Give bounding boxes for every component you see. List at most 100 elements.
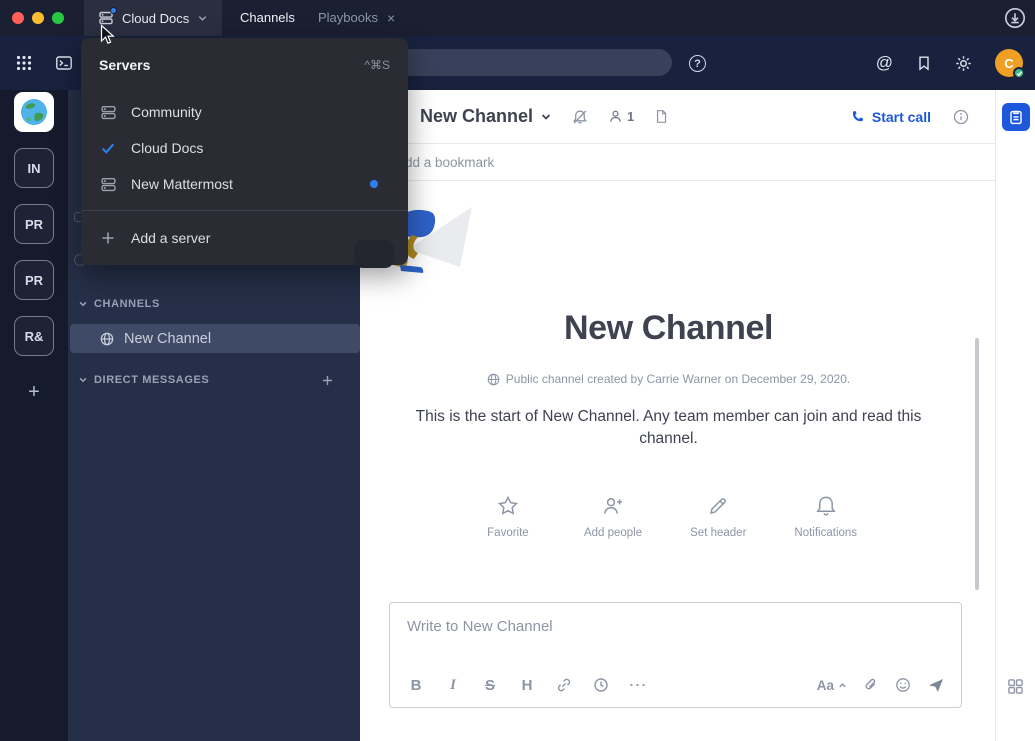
apps-grid-icon[interactable]	[1007, 678, 1024, 695]
titlebar: Cloud Docs Channels Playbooks ×	[0, 0, 1035, 36]
smiley-icon	[895, 677, 911, 693]
bold-button[interactable]: B	[402, 672, 430, 698]
chevron-down-icon	[78, 375, 88, 385]
channel-label: New Channel	[124, 331, 211, 347]
channel-title: New Channel	[420, 106, 533, 127]
add-team-button[interactable]: +	[14, 372, 54, 412]
server-selector-label: Cloud Docs	[122, 11, 189, 26]
maximize-window-button[interactable]	[52, 12, 64, 24]
menu-item-label: Community	[131, 104, 202, 120]
channel-header-right: Start call	[850, 109, 969, 125]
strikethrough-button[interactable]: S	[476, 672, 504, 698]
start-call-label: Start call	[872, 109, 931, 125]
set-header-button[interactable]: Set header	[690, 494, 746, 539]
clipboard-icon	[1008, 109, 1024, 125]
help-icon[interactable]: ?	[689, 55, 706, 72]
channel-title-menu[interactable]: New Channel	[420, 106, 552, 127]
download-update-icon[interactable]	[1004, 7, 1026, 29]
muted-bell-icon[interactable]	[572, 109, 588, 125]
avatar-initial: C	[1004, 56, 1013, 71]
more-formatting-button[interactable]: ⋯	[624, 672, 652, 698]
format-toggle-button[interactable]: Aa	[817, 678, 847, 693]
chevron-down-icon	[78, 299, 88, 309]
attach-file-button[interactable]	[863, 677, 879, 693]
servers-menu-items: Community Cloud Docs New Mattermost	[81, 94, 408, 202]
add-people-button[interactable]: Add people	[584, 494, 642, 539]
minimize-window-button[interactable]	[32, 12, 44, 24]
server-icon	[99, 176, 117, 193]
servers-menu-shortcut: ^⌘S	[364, 58, 390, 72]
help-glyph: ?	[694, 58, 701, 70]
servers-menu-title: Servers	[99, 57, 150, 73]
person-icon	[608, 109, 623, 124]
emoji-button[interactable]	[895, 677, 911, 693]
search-input[interactable]	[363, 49, 672, 76]
direct-messages-section-header[interactable]: DIRECT MESSAGES	[68, 370, 360, 390]
product-menu-icon[interactable]	[15, 54, 33, 72]
notifications-button[interactable]: Notifications	[794, 494, 857, 539]
action-label: Notifications	[794, 527, 857, 539]
tab-playbooks-label: Playbooks	[318, 0, 378, 36]
settings-gear-icon[interactable]	[955, 55, 972, 72]
team-button-in[interactable]: IN	[14, 148, 54, 188]
composer-toolbar: B I S H ⋯ Aa	[402, 671, 945, 699]
window-controls	[12, 12, 64, 24]
team-button-globe[interactable]	[14, 92, 54, 132]
format-toggle-label: Aa	[817, 678, 834, 693]
tab-channels-label: Channels	[240, 0, 295, 36]
server-selector-button[interactable]: Cloud Docs	[84, 0, 222, 36]
tab-channels[interactable]: Channels	[240, 0, 295, 36]
italic-button[interactable]: I	[439, 672, 467, 698]
action-label: Set header	[690, 527, 746, 539]
heading-button[interactable]: H	[513, 672, 541, 698]
close-tab-icon[interactable]: ×	[387, 11, 395, 25]
team-button-pr2[interactable]: PR	[14, 260, 54, 300]
menu-item-community[interactable]: Community	[81, 94, 408, 130]
message-input[interactable]: Write to New Channel	[390, 603, 961, 650]
globe-avatar-icon	[18, 96, 50, 128]
close-window-button[interactable]	[12, 12, 24, 24]
tab-playbooks[interactable]: Playbooks ×	[318, 0, 395, 36]
channel-info-icon[interactable]	[953, 109, 969, 125]
phone-icon	[850, 109, 865, 124]
channels-product-icon[interactable]	[55, 54, 73, 72]
channels-section-label: CHANNELS	[94, 298, 160, 310]
add-bookmark-bar[interactable]: Add a bookmark	[360, 144, 995, 181]
servers-menu-header: Servers ^⌘S	[81, 48, 408, 82]
global-header-actions: @ C	[876, 36, 1023, 90]
mentions-icon[interactable]: @	[876, 53, 893, 73]
add-bookmark-label: Add a bookmark	[396, 155, 494, 170]
star-icon	[496, 494, 520, 518]
send-message-button[interactable]	[927, 676, 945, 694]
team-button-pr1[interactable]: PR	[14, 204, 54, 244]
channel-members-button[interactable]: 1	[608, 109, 634, 124]
favorite-button[interactable]: Favorite	[480, 494, 536, 539]
intro-description: This is the start of New Channel. Any te…	[399, 406, 939, 450]
channel-item-new-channel[interactable]: New Channel	[70, 324, 360, 353]
check-icon	[99, 140, 117, 156]
menu-separator	[81, 210, 408, 211]
playbooks-rail-button[interactable]	[1002, 103, 1030, 131]
channel-files-icon[interactable]	[654, 109, 669, 124]
scrollbar[interactable]	[975, 338, 979, 590]
link-button[interactable]	[550, 672, 578, 698]
team-initials: PR	[25, 273, 43, 288]
add-direct-message-icon[interactable]	[321, 374, 334, 387]
team-initials: IN	[28, 161, 41, 176]
user-avatar[interactable]: C	[995, 49, 1023, 77]
unread-dot	[370, 180, 378, 188]
start-call-button[interactable]: Start call	[850, 109, 931, 125]
team-button-r-and[interactable]: R&	[14, 316, 54, 356]
team-sidebar: IN PR PR R& +	[0, 90, 68, 741]
chevron-down-icon	[197, 13, 208, 24]
menu-item-cloud-docs[interactable]: Cloud Docs	[81, 130, 408, 166]
member-count: 1	[627, 109, 634, 124]
server-icon	[98, 10, 114, 26]
online-status-icon	[1013, 67, 1025, 79]
channels-section-header[interactable]: CHANNELS	[68, 294, 360, 314]
saved-posts-icon[interactable]	[916, 55, 932, 71]
schedule-clock-button[interactable]	[587, 672, 615, 698]
right-rail	[995, 90, 1035, 741]
menu-item-new-mattermost[interactable]: New Mattermost	[81, 166, 408, 202]
chevron-up-icon	[838, 681, 847, 690]
